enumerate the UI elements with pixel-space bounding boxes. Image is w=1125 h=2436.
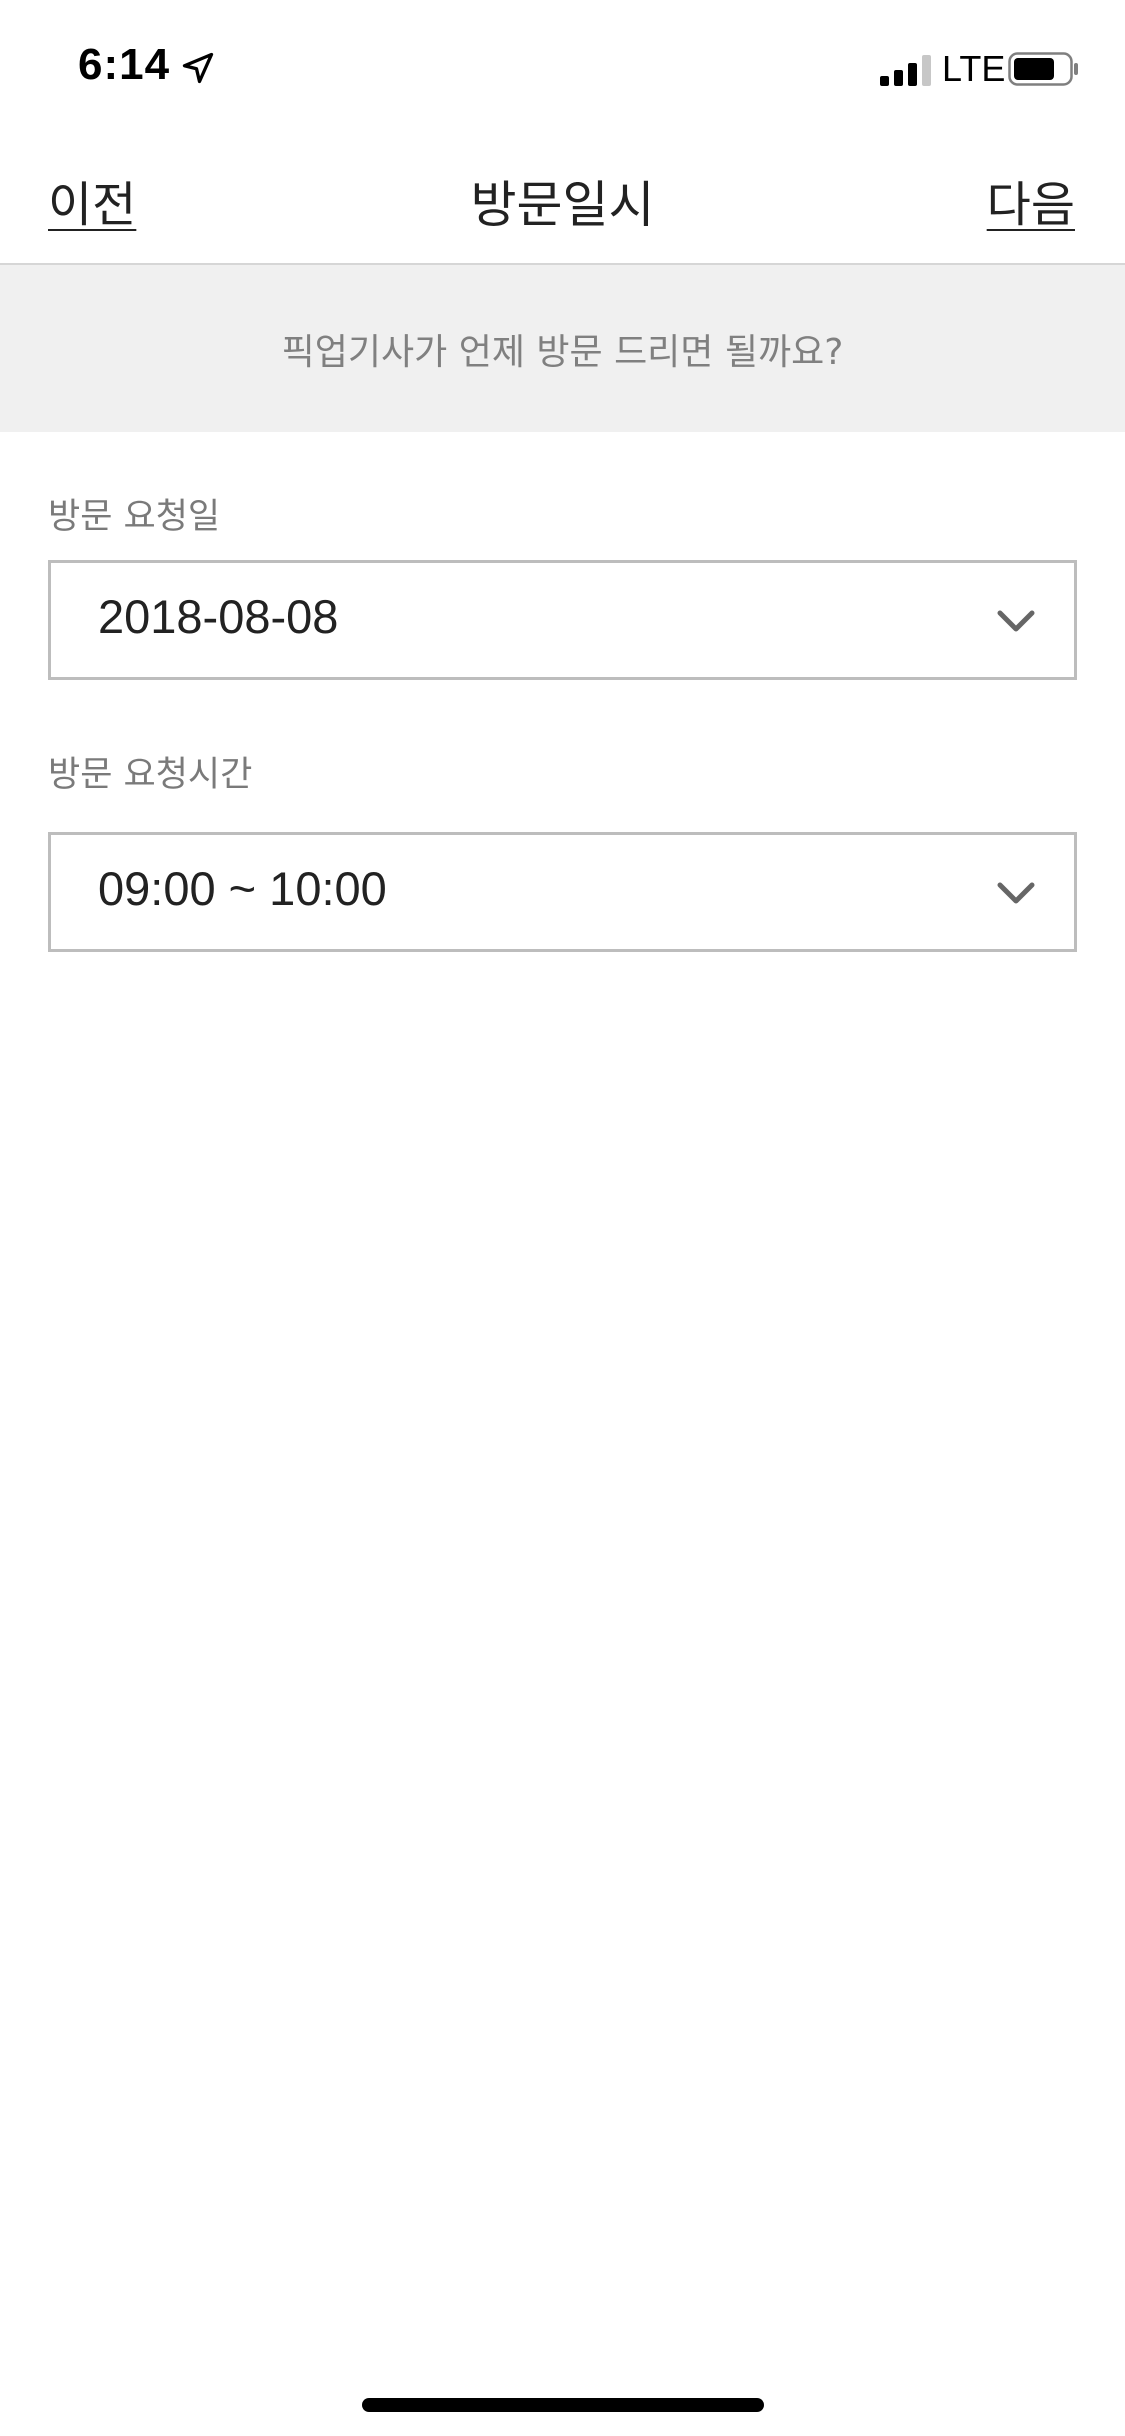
- status-time: 6:14: [78, 40, 171, 89]
- visit-time-select[interactable]: 09:00 ~ 10:00: [48, 832, 1077, 952]
- location-arrow-icon: [182, 52, 214, 84]
- cellular-signal-icon: [880, 55, 931, 86]
- network-type-label: LTE: [942, 48, 1006, 89]
- visit-date-select[interactable]: 2018-08-08: [48, 560, 1077, 680]
- next-button[interactable]: 다음: [987, 165, 1075, 235]
- chevron-down-icon: [997, 610, 1035, 632]
- question-banner: 픽업기사가 언제 방문 드리면 될까요?: [0, 265, 1125, 432]
- battery-icon: [1008, 52, 1078, 86]
- visit-time-value: 09:00 ~ 10:00: [98, 862, 387, 915]
- page-title: 방문일시: [470, 176, 655, 234]
- status-bar: 6:14 LTE: [0, 0, 1125, 135]
- navigation-header: 이전 방문일시 다음: [0, 135, 1125, 265]
- visit-date-value: 2018-08-08: [98, 590, 339, 643]
- visit-date-label: 방문 요청일: [48, 497, 221, 537]
- home-indicator[interactable]: [362, 2398, 764, 2412]
- visit-time-label: 방문 요청시간: [48, 755, 253, 795]
- chevron-down-icon: [997, 882, 1035, 904]
- banner-text: 픽업기사가 언제 방문 드리면 될까요?: [281, 332, 844, 373]
